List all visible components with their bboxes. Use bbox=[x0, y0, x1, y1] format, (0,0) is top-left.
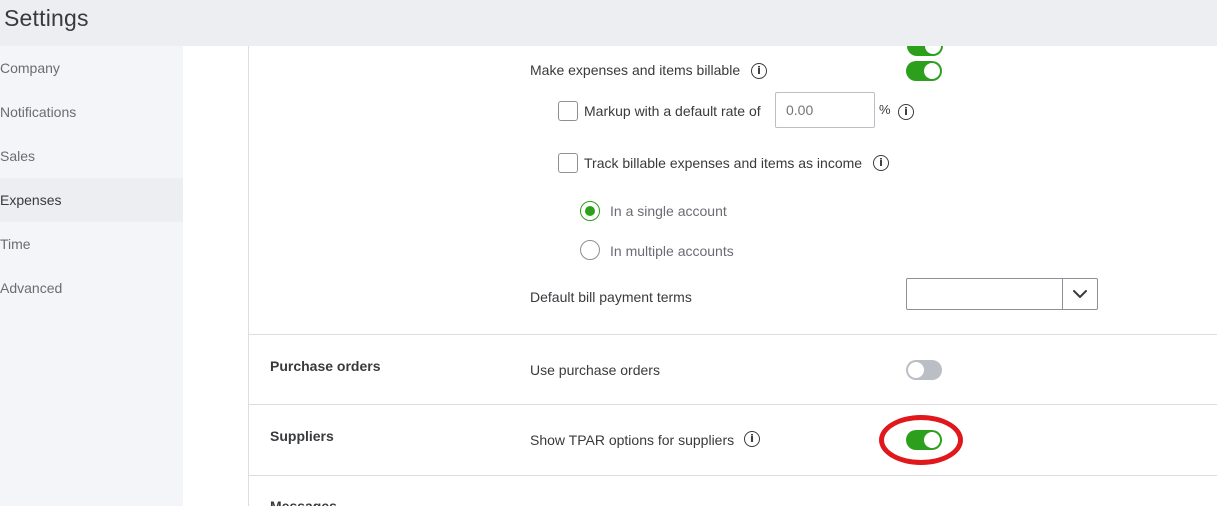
radio-single-account-label: In a single account bbox=[610, 203, 727, 219]
sidebar-item-advanced[interactable]: Advanced bbox=[0, 266, 183, 310]
radio-multiple-accounts[interactable] bbox=[580, 240, 600, 260]
toggle-knob bbox=[908, 362, 924, 378]
track-billable-checkbox[interactable] bbox=[558, 153, 578, 173]
section-divider bbox=[249, 475, 1217, 476]
sidebar-item-expenses[interactable]: Expenses bbox=[0, 178, 183, 222]
content-gutter bbox=[183, 46, 248, 506]
toggle-knob bbox=[924, 63, 940, 79]
suppliers-title: Suppliers bbox=[270, 428, 334, 444]
info-icon[interactable]: i bbox=[744, 431, 760, 447]
toggle-knob bbox=[925, 46, 941, 54]
payment-terms-select[interactable] bbox=[906, 278, 1098, 310]
expenses-settings-panel: Make expenses and items billable i Marku… bbox=[248, 46, 1217, 506]
radio-multiple-accounts-label: In multiple accounts bbox=[610, 243, 734, 259]
make-billable-toggle[interactable] bbox=[906, 61, 942, 81]
make-billable-label: Make expenses and items billable bbox=[530, 62, 741, 78]
select-separator bbox=[1062, 279, 1063, 309]
sidebar-item-sales[interactable]: Sales bbox=[0, 134, 183, 178]
sidebar-item-company[interactable]: Company bbox=[0, 46, 183, 90]
info-icon[interactable]: i bbox=[898, 104, 914, 120]
sidebar-item-notifications[interactable]: Notifications bbox=[0, 90, 183, 134]
markup-checkbox[interactable] bbox=[558, 101, 578, 121]
settings-sidebar: Company Notifications Sales Expenses Tim… bbox=[0, 46, 183, 506]
markup-percent-unit: % bbox=[879, 102, 891, 117]
markup-rate-input[interactable] bbox=[775, 92, 875, 128]
sidebar-item-time[interactable]: Time bbox=[0, 222, 183, 266]
highlight-circle bbox=[879, 415, 963, 465]
partial-top-toggle[interactable] bbox=[907, 46, 943, 56]
markup-label: Markup with a default rate of bbox=[584, 103, 761, 119]
track-billable-label: Track billable expenses and items as inc… bbox=[584, 155, 863, 171]
radio-single-account[interactable] bbox=[580, 201, 600, 221]
chevron-down-icon bbox=[1073, 290, 1087, 298]
section-divider bbox=[249, 404, 1217, 405]
page-title: Settings bbox=[4, 5, 89, 31]
info-icon[interactable]: i bbox=[751, 63, 767, 79]
messages-title: Messages bbox=[270, 498, 337, 506]
settings-header: Settings bbox=[0, 0, 1217, 46]
purchase-orders-title: Purchase orders bbox=[270, 358, 381, 374]
tpar-options-label: Show TPAR options for suppliers bbox=[530, 432, 735, 448]
use-purchase-orders-label: Use purchase orders bbox=[530, 362, 660, 378]
info-icon[interactable]: i bbox=[873, 155, 889, 171]
payment-terms-label: Default bill payment terms bbox=[530, 289, 692, 305]
use-purchase-orders-toggle[interactable] bbox=[906, 360, 942, 380]
section-divider bbox=[249, 334, 1217, 335]
